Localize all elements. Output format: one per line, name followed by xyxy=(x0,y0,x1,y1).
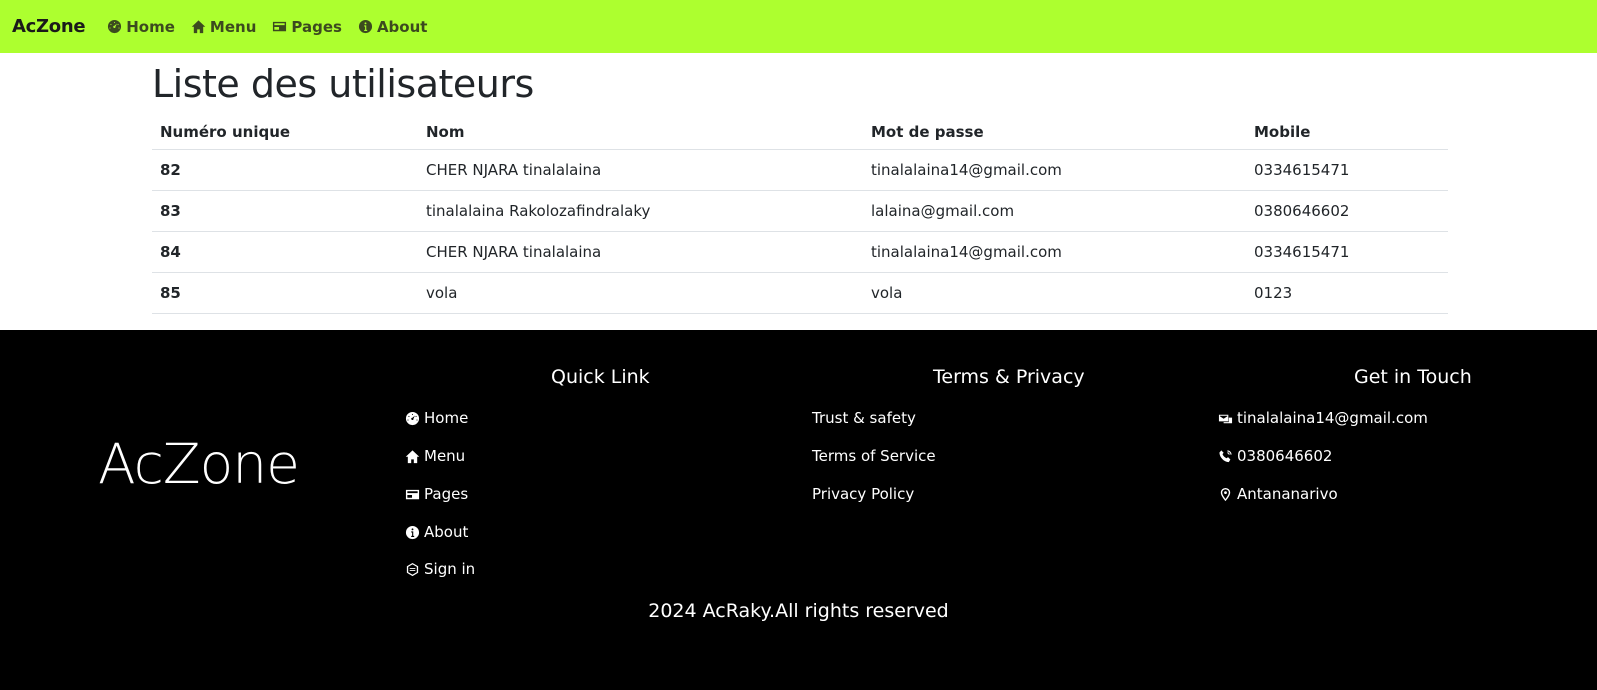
info-icon xyxy=(358,19,373,34)
contact-location[interactable]: Antananarivo xyxy=(1218,485,1338,503)
footer-link-home[interactable]: Home xyxy=(405,409,468,427)
nav-link-about[interactable]: About xyxy=(358,17,428,36)
footer-link-label: Menu xyxy=(424,447,466,465)
cell-id: 84 xyxy=(152,231,418,273)
sign-in-icon xyxy=(406,562,419,576)
mail-icon xyxy=(1218,414,1233,423)
nav-link-label: Pages xyxy=(291,17,342,36)
footer-link-label: Pages xyxy=(424,485,469,503)
location-pin-icon xyxy=(1220,487,1231,501)
cell-mobile: 0380646602 xyxy=(1246,190,1448,232)
footer-link-sign-in[interactable]: Sign in xyxy=(405,560,475,578)
contact-phone[interactable]: 0380646602 xyxy=(1218,447,1332,465)
table-row: 85 vola vola 0123 xyxy=(152,272,1448,314)
cell-password: lalaina@gmail.com xyxy=(863,190,1246,232)
nav-link-menu[interactable]: Menu xyxy=(191,18,256,36)
footer-link-label: About xyxy=(424,523,469,541)
column-header-id: Numéro unique xyxy=(152,116,418,150)
house-icon xyxy=(191,20,206,34)
nav-link-label: Home xyxy=(126,17,175,36)
card-icon xyxy=(405,489,420,499)
users-table: Numéro unique Nom Mot de passe Mobile 82… xyxy=(152,116,1448,314)
nav-link-pages[interactable]: Pages xyxy=(272,18,342,36)
footer: AcZone Quick Link Home Menu Pages About … xyxy=(0,330,1597,690)
column-header-mobile: Mobile xyxy=(1246,116,1448,150)
cell-id: 82 xyxy=(152,149,418,191)
house-icon xyxy=(405,449,420,463)
table-header-row: Numéro unique Nom Mot de passe Mobile xyxy=(152,116,1448,150)
cell-name: CHER NJARA tinalalaina xyxy=(418,231,863,273)
footer-link-label: Sign in xyxy=(424,560,476,578)
cell-name: vola xyxy=(418,272,863,314)
navbar: AcZone Home Menu Pages About xyxy=(0,0,1597,53)
contact-heading: Get in Touch xyxy=(1354,366,1472,388)
terms-heading: Terms & Privacy xyxy=(933,366,1085,388)
contact-location-text: Antananarivo xyxy=(1237,485,1338,503)
nav-link-home[interactable]: Home xyxy=(107,18,175,36)
cell-mobile: 0123 xyxy=(1246,272,1448,314)
table-row: 83 tinalalaina Rakolozafindralaky lalain… xyxy=(152,190,1448,232)
footer-link-pages[interactable]: Pages xyxy=(405,485,468,503)
nav-link-label: About xyxy=(376,17,428,36)
cell-id: 83 xyxy=(152,190,418,232)
contact-phone-text: 0380646602 xyxy=(1237,447,1333,465)
phone-icon xyxy=(1219,449,1232,462)
cell-mobile: 0334615471 xyxy=(1246,231,1448,273)
cell-password: tinalalaina14@gmail.com xyxy=(863,149,1246,191)
privacy-policy-link[interactable]: Privacy Policy xyxy=(812,485,914,503)
navbar-brand[interactable]: AcZone xyxy=(12,16,86,37)
column-header-name: Nom xyxy=(418,116,863,150)
cell-name: CHER NJARA tinalalaina xyxy=(418,149,863,191)
table-row: 82 CHER NJARA tinalalaina tinalalaina14@… xyxy=(152,149,1448,191)
footer-link-about[interactable]: About xyxy=(405,523,468,541)
cell-name: tinalalaina Rakolozafindralaky xyxy=(418,190,863,232)
cell-mobile: 0334615471 xyxy=(1246,149,1448,191)
speedometer-icon xyxy=(405,411,420,425)
contact-email[interactable]: tinalalaina14@gmail.com xyxy=(1218,409,1428,427)
copyright: 2024 AcRaky.All rights reserved xyxy=(648,600,949,622)
table-row: 84 CHER NJARA tinalalaina tinalalaina14@… xyxy=(152,231,1448,273)
nav-link-label: Menu xyxy=(209,17,257,36)
footer-link-menu[interactable]: Menu xyxy=(405,447,465,465)
quick-link-heading: Quick Link xyxy=(551,366,650,388)
footer-logo: AcZone xyxy=(98,432,300,496)
main-content: Liste des utilisateurs Numéro unique Nom… xyxy=(152,53,1448,314)
column-header-password: Mot de passe xyxy=(863,116,1246,150)
page-title: Liste des utilisateurs xyxy=(152,62,534,106)
footer-link-label: Home xyxy=(424,409,469,427)
card-icon xyxy=(273,21,287,32)
speedometer-icon xyxy=(108,19,122,34)
cell-password: tinalalaina14@gmail.com xyxy=(863,231,1246,273)
info-icon xyxy=(405,525,420,539)
cell-password: vola xyxy=(863,272,1246,314)
terms-of-service-link[interactable]: Terms of Service xyxy=(812,447,936,465)
trust-safety-link[interactable]: Trust & safety xyxy=(812,409,916,427)
contact-email-text: tinalalaina14@gmail.com xyxy=(1237,409,1428,427)
cell-id: 85 xyxy=(152,272,418,314)
